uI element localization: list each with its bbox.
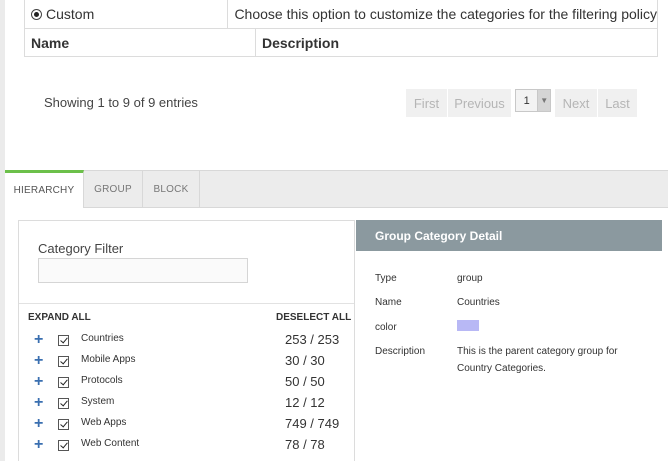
category-count: 30 / 30	[285, 353, 325, 368]
tree-row: + Mobile Apps 30 / 30	[19, 351, 354, 372]
category-count: 12 / 12	[285, 395, 325, 410]
category-name[interactable]: Protocols	[81, 375, 123, 386]
expand-plus-icon[interactable]: +	[34, 373, 43, 391]
group-category-detail-header: Group Category Detail	[356, 220, 662, 251]
category-filter-label: Category Filter	[38, 241, 124, 256]
category-checkbox[interactable]	[58, 335, 69, 346]
policy-header-row: Name Description	[25, 28, 657, 56]
category-checkbox[interactable]	[58, 356, 69, 367]
policy-option-cell[interactable]: Custom	[25, 0, 229, 28]
category-count: 749 / 749	[285, 416, 340, 431]
column-header-description[interactable]: Description	[256, 29, 657, 56]
pagination-last-button[interactable]: Last	[598, 89, 637, 117]
detail-type-value: group	[457, 273, 483, 284]
policy-row-custom[interactable]: Custom Choose this option to customize t…	[25, 0, 657, 28]
category-count: 50 / 50	[285, 374, 325, 389]
detail-name-label: Name	[375, 297, 402, 308]
detail-type-label: Type	[375, 273, 397, 284]
detail-description-line-2: Country Categories.	[457, 363, 546, 374]
chevron-down-icon[interactable]: ▼	[537, 90, 550, 111]
expand-all-link[interactable]: EXPAND ALL	[28, 312, 91, 323]
expand-plus-icon[interactable]: +	[34, 394, 43, 412]
expand-plus-icon[interactable]: +	[34, 331, 43, 349]
tree-row: + Web Apps 749 / 749	[19, 414, 354, 435]
tab-block[interactable]: BLOCK	[143, 170, 200, 208]
detail-description-line-1: This is the parent category group for	[457, 346, 618, 357]
custom-label: Custom	[46, 6, 95, 22]
page-number-select[interactable]: 1 ▼	[515, 89, 551, 112]
pagination-next-button[interactable]: Next	[555, 89, 597, 117]
category-checkbox[interactable]	[58, 419, 69, 430]
category-name[interactable]: Web Content	[81, 438, 139, 449]
tab-group[interactable]: GROUP	[84, 170, 143, 208]
category-name[interactable]: Mobile Apps	[81, 354, 135, 365]
entries-info: Showing 1 to 9 of 9 entries	[44, 95, 198, 110]
category-name[interactable]: Web Apps	[81, 417, 126, 428]
expand-plus-icon[interactable]: +	[34, 436, 43, 454]
panel-divider	[19, 303, 354, 304]
detail-color-swatch	[457, 320, 479, 331]
page-number-value: 1	[523, 94, 530, 107]
tab-hierarchy[interactable]: HIERARCHY	[5, 170, 84, 208]
category-filter-input[interactable]	[38, 258, 248, 283]
page-left-rule	[0, 0, 5, 461]
category-count: 253 / 253	[285, 332, 340, 347]
category-checkbox[interactable]	[58, 398, 69, 409]
deselect-all-link[interactable]: DESELECT ALL	[276, 312, 351, 323]
detail-description-label: Description	[375, 346, 426, 357]
tree-row: + Web Content 78 / 78	[19, 435, 354, 456]
tree-row: + Countries 253 / 253	[19, 330, 354, 351]
pagination-previous-button[interactable]: Previous	[448, 89, 511, 117]
expand-plus-icon[interactable]: +	[34, 415, 43, 433]
expand-plus-icon[interactable]: +	[34, 352, 43, 370]
detail-name-value: Countries	[457, 297, 500, 308]
detail-color-label: color	[375, 322, 397, 333]
tree-row: + System 12 / 12	[19, 393, 354, 414]
tree-row: + Protocols 50 / 50	[19, 372, 354, 393]
category-checkbox[interactable]	[58, 440, 69, 451]
category-checkbox[interactable]	[58, 377, 69, 388]
policy-table: Custom Choose this option to customize t…	[24, 0, 658, 57]
category-count: 78 / 78	[285, 437, 325, 452]
pagination-first-button[interactable]: First	[406, 89, 447, 117]
custom-description: Choose this option to customize the cate…	[234, 6, 657, 22]
category-name[interactable]: Countries	[81, 333, 124, 344]
custom-radio[interactable]	[31, 8, 42, 20]
column-header-name[interactable]: Name	[25, 29, 256, 56]
category-name[interactable]: System	[81, 396, 114, 407]
